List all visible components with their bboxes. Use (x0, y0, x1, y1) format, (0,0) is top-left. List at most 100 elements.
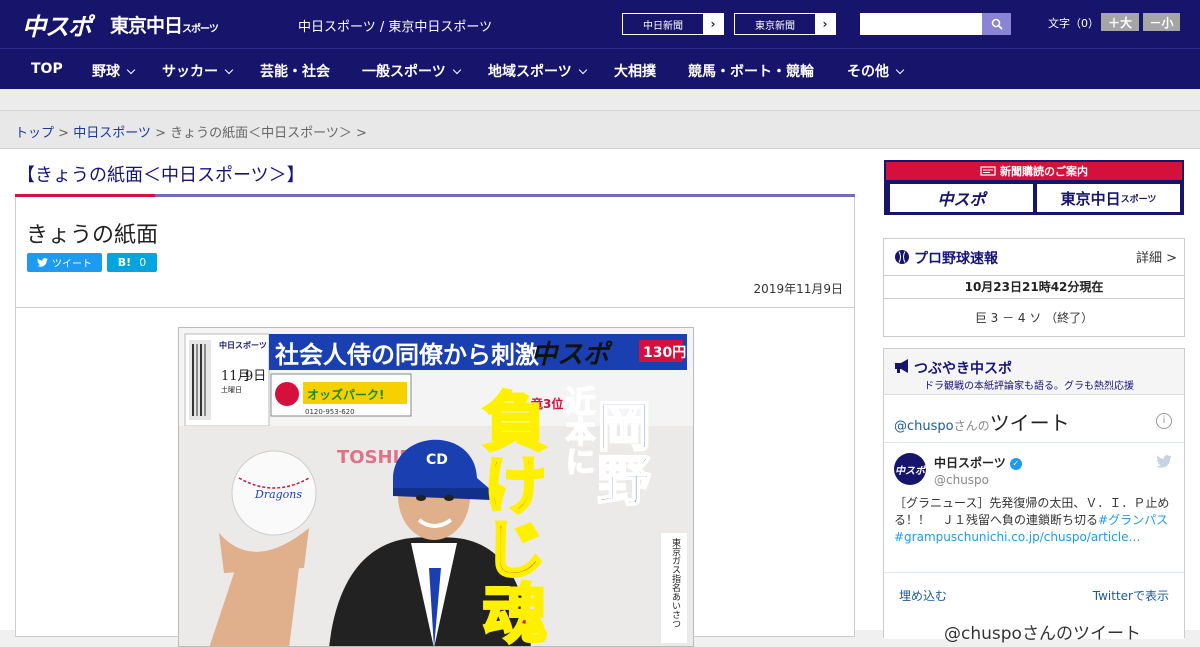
baseball-updated-time: 10月23日21時42分現在 (884, 275, 1184, 299)
tokyo-logo-text: 東京中日 (110, 15, 183, 37)
nav-item-regional-sports[interactable]: 地域スポーツ (488, 61, 587, 81)
chuspo-logo[interactable]: 中スポ (22, 7, 92, 42)
breadcrumb-sep: > (54, 126, 74, 141)
account-handle[interactable]: @chuspo (934, 473, 989, 487)
nav-label: 一般スポーツ (362, 64, 446, 80)
twitter-header-handle[interactable]: @chuspo (894, 419, 954, 434)
nav-item-soccer[interactable]: サッカー (162, 61, 234, 81)
divider (884, 572, 1184, 573)
paper-headline-top: 社会人侍の同僚から刺激 (275, 341, 539, 369)
chevron-down-icon (224, 65, 234, 75)
cap-logo: CD (426, 452, 448, 468)
hatena-icon: B! (117, 256, 132, 269)
nav-label: 芸能・社会 (260, 64, 330, 80)
baseball-score[interactable]: 巨 3 － 4 ソ （終了） (884, 309, 1184, 326)
tweet-hashtag[interactable]: #グランパス (1098, 513, 1168, 527)
font-smaller-button[interactable]: －小 (1143, 13, 1180, 31)
chevron-down-icon (895, 65, 905, 75)
promo-logo-tokyo-small: スポーツ (1120, 194, 1157, 205)
top-header: 中スポ 東京中日スポーツ 中日スポーツ / 東京中日スポーツ 中日新聞 › 東京… (0, 0, 1200, 48)
breadcrumb-sep: > (150, 126, 171, 141)
nav-item-baseball[interactable]: 野球 (92, 61, 136, 81)
newspaper-front-page-graphic: 中日スポーツ 11月 9日 土曜日 社会人侍の同僚から刺激 中スポ 130円 オ… (179, 328, 693, 646)
nav-label: サッカー (162, 64, 218, 80)
nav-item-entertainment[interactable]: 芸能・社会 (260, 61, 330, 81)
twitter-footer-link[interactable]: @chuspoさんのツイート (944, 619, 1141, 644)
chunichi-shimbun-link[interactable]: 中日新聞 › (622, 13, 724, 35)
chevron-down-icon (578, 65, 587, 75)
subscription-promo[interactable]: 新聞購読のご案内 中スポ 東京中日 スポーツ (884, 160, 1184, 215)
paper-weekday: 土曜日 (221, 385, 242, 394)
tokyo-chunichi-logo[interactable]: 東京中日スポーツ (110, 11, 219, 38)
masthead-text: 中日スポーツ (219, 340, 267, 350)
baseball-detail-link[interactable]: 詳細 > (1136, 247, 1177, 266)
search-button[interactable] (982, 13, 1011, 35)
article-box: きょうの紙面 ツイート B! 0 2019年11月9日 中日スポーツ 11月 9… (15, 197, 855, 647)
tsubuyaki-subtitle: ドラ観戦の本紙評論家も語る。グラも熱烈応援 (924, 381, 1134, 392)
site-names: 中日スポーツ / 東京中日スポーツ (298, 20, 493, 35)
account-name[interactable]: 中日スポーツ ✓ (934, 454, 1022, 471)
tweet-text: ［グラニュース］先発復帰の太田、Ｖ．Ｉ．Ｐ止める！！ Ｊ１残留へ負の連鎖断ち切る… (894, 495, 1176, 546)
nav-label: 競馬・ボート・競輪 (688, 64, 814, 80)
search-input[interactable] (860, 13, 982, 35)
tweet-link[interactable]: #grampuschunichi.co.jp/chuspo/article… (894, 530, 1140, 544)
nav-label: 大相撲 (614, 64, 656, 80)
twitter-bird-icon[interactable] (1156, 455, 1172, 468)
info-icon[interactable]: i (1156, 413, 1172, 429)
baseball-icon (895, 250, 909, 264)
hatena-count: 0 (139, 256, 147, 269)
twitter-bird-icon (37, 258, 48, 267)
paper-name: 岡野 (588, 398, 651, 506)
page-title: 【きょうの紙面＜中日スポーツ＞】 (17, 165, 305, 186)
ball-text: Dragons (254, 488, 302, 501)
tweet-button[interactable]: ツイート (27, 253, 102, 272)
newspaper-icon (980, 166, 996, 176)
nav-item-general-sports[interactable]: 一般スポーツ (362, 61, 461, 81)
newspaper-front-page-image: 中日スポーツ 11月 9日 土曜日 社会人侍の同僚から刺激 中スポ 130円 オ… (178, 327, 694, 647)
paper-day: 9日 (245, 369, 266, 384)
paper-side-text: 東京ガス指名あいさつ (670, 537, 681, 628)
avatar[interactable]: 中スポ (894, 453, 926, 485)
chevron-right-icon: › (815, 14, 835, 34)
twitter-header-san: さんの (953, 419, 990, 433)
breadcrumb-top[interactable]: トップ (15, 126, 54, 141)
tweet-label: ツイート (52, 259, 92, 270)
font-size-label: 文字（0） (1048, 17, 1099, 30)
baseball-title: プロ野球速報 (914, 251, 998, 267)
twitter-header-tweet: ツイート (989, 411, 1070, 435)
chevron-down-icon (126, 65, 136, 75)
tokyo-shimbun-link[interactable]: 東京新聞 › (734, 13, 836, 35)
divider (16, 307, 854, 308)
tokyo-logo-small: スポーツ (182, 24, 219, 35)
hatena-bookmark-button[interactable]: B! 0 (107, 253, 157, 272)
twitter-embed-header: @chuspoさんのツイート (894, 407, 1070, 436)
nav-item-racing[interactable]: 競馬・ボート・競輪 (688, 61, 814, 81)
nav-item-top[interactable]: TOP (31, 61, 63, 77)
main-nav: TOP 野球 サッカー 芸能・社会 一般スポーツ 地域スポーツ 大相撲 競馬・ボ… (0, 48, 1200, 89)
embed-link[interactable]: 埋め込む (899, 587, 947, 604)
divider (884, 442, 1184, 443)
promo-logo-chuspo[interactable]: 中スポ (890, 184, 1033, 212)
promo-logo-tokyo-text: 東京中日 (1060, 189, 1121, 208)
promo-header: 新聞購読のご案内 (886, 162, 1182, 180)
font-larger-button[interactable]: ＋大 (1101, 13, 1139, 31)
account-name-text: 中日スポーツ (934, 456, 1006, 470)
promo-title: 新聞購読のご案内 (1000, 165, 1088, 178)
pro-baseball-widget: プロ野球速報 詳細 > 10月23日21時42分現在 巨 3 － 4 ソ （終了… (883, 238, 1185, 337)
breadcrumb-section[interactable]: 中日スポーツ (73, 126, 151, 141)
promo-logo-tokyo[interactable]: 東京中日 スポーツ (1037, 184, 1180, 212)
megaphone-icon (895, 359, 908, 373)
tsubuyaki-title: つぶやき中スポ (914, 361, 1012, 377)
nav-item-other[interactable]: その他 (847, 61, 905, 81)
view-on-twitter-link[interactable]: Twitterで表示 (1093, 587, 1169, 604)
search-icon (991, 18, 1003, 30)
breadcrumb-end: > (351, 126, 367, 141)
sub-bar (0, 89, 1200, 111)
nav-item-sumo[interactable]: 大相撲 (614, 61, 656, 81)
paper-ad-phone: 0120-953-620 (305, 408, 355, 416)
tsubuyaki-widget: つぶやき中スポ ドラ観戦の本紙評論家も語る。グラも熱烈応援 @chuspoさんの… (883, 348, 1185, 644)
chevron-down-icon (452, 65, 461, 75)
nav-label: 野球 (92, 64, 120, 80)
paper-sub-headline: 近本に (560, 386, 596, 476)
article-title: きょうの紙面 (26, 223, 159, 248)
